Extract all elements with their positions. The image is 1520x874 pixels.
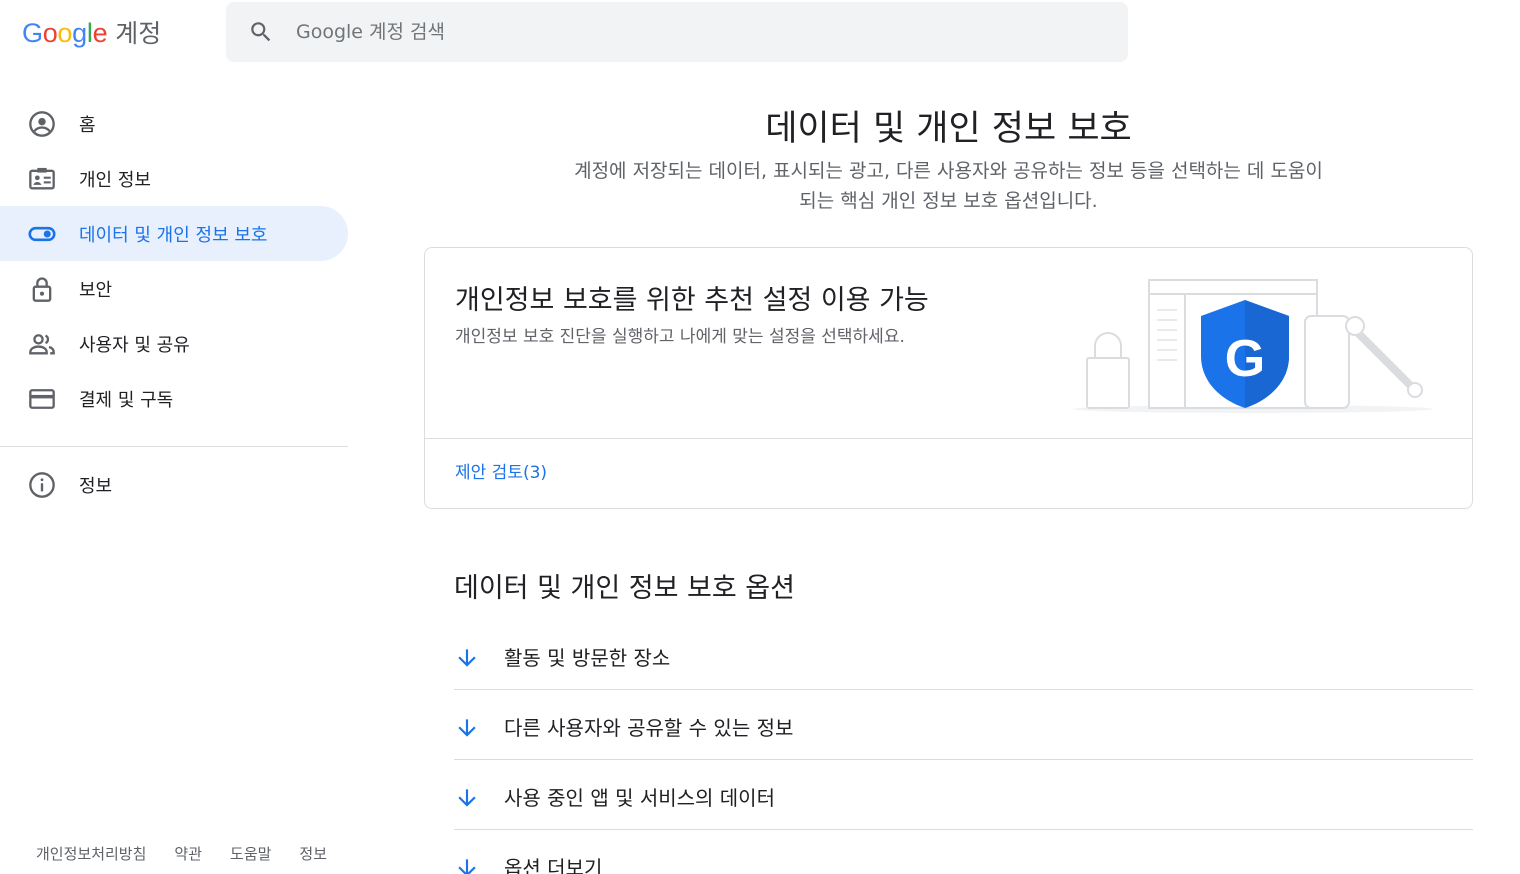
id-card-icon xyxy=(29,167,55,190)
sidebar-item-payments[interactable]: 결제 및 구독 xyxy=(0,371,348,426)
people-icon xyxy=(29,334,55,355)
card-description: 개인정보 보호 진단을 실행하고 나에게 맞는 설정을 선택하세요. xyxy=(455,327,905,347)
arrow-down-icon xyxy=(458,859,476,874)
sidebar-item-home[interactable]: 홈 xyxy=(0,96,348,151)
google-account-logo[interactable]: Google 계정 xyxy=(22,14,161,50)
footer-link-terms[interactable]: 약관 xyxy=(174,843,202,864)
page-subtitle: 계정에 저장되는 데이터, 표시되는 광고, 다른 사용자와 공유하는 정보 등… xyxy=(574,160,1323,212)
arrow-down-icon xyxy=(458,719,476,737)
privacy-checkup-card: 개인정보 보호를 위한 추천 설정 이용 가능 개인정보 보호 진단을 실행하고… xyxy=(424,247,1473,509)
privacy-shield-illustration: G xyxy=(1073,279,1433,413)
footer-link-about[interactable]: 정보 xyxy=(299,843,327,864)
privacy-options-list: 활동 및 방문한 장소 다른 사용자와 공유할 수 있는 정보 사용 중인 앱 … xyxy=(454,620,1473,874)
account-logo-suffix: 계정 xyxy=(115,19,162,48)
arrow-down-icon xyxy=(458,789,476,807)
account-circle-icon xyxy=(29,111,55,137)
sidebar-item-label: 보안 xyxy=(79,279,113,301)
option-shared-info[interactable]: 다른 사용자와 공유할 수 있는 정보 xyxy=(454,690,1473,760)
sidebar-item-label: 정보 xyxy=(79,475,113,497)
info-icon xyxy=(29,472,55,498)
sidebar-item-label: 결제 및 구독 xyxy=(79,389,174,411)
card-divider xyxy=(425,438,1472,439)
option-more[interactable]: 옵션 더보기 xyxy=(454,830,1473,874)
option-label: 다른 사용자와 공유할 수 있는 정보 xyxy=(504,716,794,740)
google-logo-text: Google xyxy=(22,18,108,48)
page-title: 데이터 및 개인 정보 보호 xyxy=(765,109,1132,149)
sidebar-item-personal-info[interactable]: 개인 정보 xyxy=(0,151,348,206)
arrow-down-icon xyxy=(458,649,476,667)
search-input[interactable] xyxy=(296,2,1096,62)
sidebar-item-security[interactable]: 보안 xyxy=(0,261,348,316)
card-title: 개인정보 보호를 위한 추천 설정 이용 가능 xyxy=(455,285,929,316)
footer-links: 개인정보처리방침 약관 도움말 정보 xyxy=(36,843,355,864)
sidebar-divider xyxy=(0,446,348,447)
sidebar-item-label: 사용자 및 공유 xyxy=(79,334,190,356)
footer-link-privacy[interactable]: 개인정보처리방침 xyxy=(36,843,146,864)
option-app-data[interactable]: 사용 중인 앱 및 서비스의 데이터 xyxy=(454,760,1473,830)
sidebar-item-people-sharing[interactable]: 사용자 및 공유 xyxy=(0,316,348,371)
search-icon[interactable] xyxy=(248,19,274,45)
sidebar-item-about[interactable]: 정보 xyxy=(0,457,348,512)
options-section-title: 데이터 및 개인 정보 보호 옵션 xyxy=(454,573,795,604)
svg-text:G: G xyxy=(1225,330,1265,388)
option-label: 활동 및 방문한 장소 xyxy=(504,646,671,670)
search-bar[interactable] xyxy=(226,2,1128,62)
option-activity[interactable]: 활동 및 방문한 장소 xyxy=(454,620,1473,690)
sidebar-nav: 홈 개인 정보 데이터 및 개인 정보 보호 보안 사용자 및 공유 결제 및 … xyxy=(0,96,348,512)
sidebar-item-label: 개인 정보 xyxy=(79,169,151,191)
sidebar-item-label: 데이터 및 개인 정보 보호 xyxy=(79,224,268,246)
credit-card-icon xyxy=(29,389,55,409)
footer-link-help[interactable]: 도움말 xyxy=(230,843,271,864)
sidebar-item-label: 홈 xyxy=(79,114,96,136)
option-label: 사용 중인 앱 및 서비스의 데이터 xyxy=(504,786,775,810)
lock-icon xyxy=(32,277,52,302)
sidebar-item-data-privacy[interactable]: 데이터 및 개인 정보 보호 xyxy=(0,206,348,261)
top-header: Google 계정 xyxy=(0,0,1520,64)
option-label: 옵션 더보기 xyxy=(504,856,603,874)
review-suggestions-link[interactable]: 제안 검토(3) xyxy=(455,458,547,483)
toggle-icon xyxy=(28,226,56,242)
